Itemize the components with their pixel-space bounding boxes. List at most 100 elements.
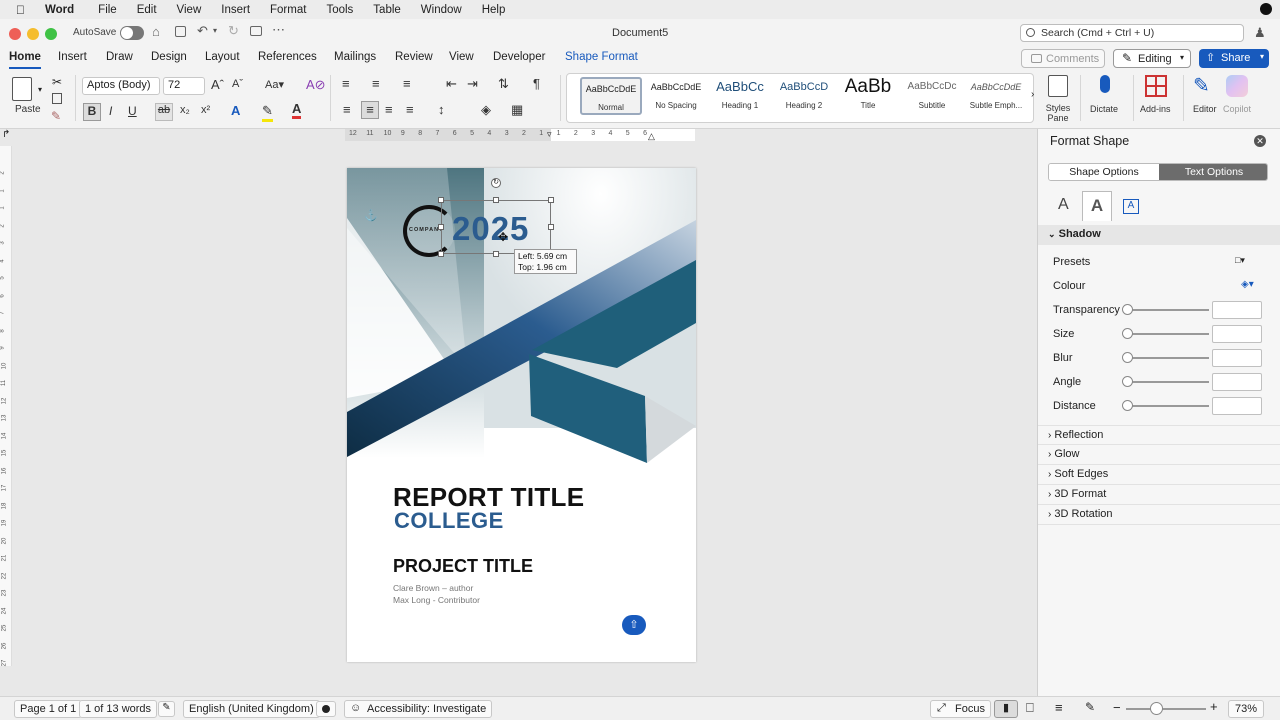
floating-action-button[interactable]: ⇧ (622, 615, 646, 635)
justify-button[interactable]: ≡ (406, 102, 414, 117)
undo-dropdown-icon[interactable]: ▾ (213, 26, 217, 35)
addins-icon[interactable] (1145, 75, 1167, 97)
tab-text-options[interactable]: Text Options (1159, 164, 1267, 180)
author-line-2[interactable]: Max Long - Contributor (393, 595, 480, 605)
undo-icon[interactable]: ↶ (197, 23, 208, 39)
selection-handle-top-right[interactable] (548, 197, 554, 203)
microphone-icon[interactable] (1100, 75, 1110, 93)
menu-tools[interactable]: Tools (326, 4, 353, 16)
vertical-ruler[interactable]: 2 1 1 2 3 4 5 6 7 8 9 10 11 12 13 14 15 16 17 18 19 20 21 22 23 2… (0, 146, 12, 666)
reflection-section[interactable]: › Reflection (1038, 425, 1280, 445)
selection-handle-top-left[interactable] (438, 197, 444, 203)
close-window-button[interactable] (9, 28, 21, 40)
focus-mode-button[interactable]: ⤢ Focus (930, 700, 991, 718)
bold-button[interactable]: B (83, 103, 101, 121)
tab-design[interactable]: Design (151, 51, 187, 63)
style-title[interactable]: AaBb Title (837, 77, 899, 115)
style-heading-1[interactable]: AaBbCc Heading 1 (709, 77, 771, 115)
style-subtle-emphasis[interactable]: AaBbCcDdE Subtle Emph... (965, 77, 1027, 115)
style-heading-2[interactable]: AaBbCcD Heading 2 (773, 77, 835, 115)
highlight-button[interactable]: ✎ (262, 103, 273, 122)
strikethrough-button[interactable]: ab (155, 103, 173, 121)
more-icon[interactable]: ⋯ (272, 22, 285, 38)
tab-home[interactable]: Home (9, 51, 41, 69)
share-button[interactable]: ⇧ Share ▾ (1199, 49, 1269, 68)
selection-handle-bottom[interactable] (493, 251, 499, 257)
share-people-icon[interactable]: ♟ (1254, 25, 1266, 41)
soft-edges-section[interactable]: › Soft Edges (1038, 465, 1280, 485)
align-center-button[interactable]: ≡ (361, 101, 379, 119)
presets-dropdown[interactable]: □▾ (1235, 255, 1259, 271)
menu-file[interactable]: File (98, 4, 117, 16)
selection-handle-top[interactable] (493, 197, 499, 203)
blur-slider[interactable] (1122, 352, 1209, 363)
search-box[interactable]: Search (Cmd + Ctrl + U) (1020, 24, 1244, 42)
multilevel-list-button[interactable]: ≡ (403, 76, 411, 91)
tab-insert[interactable]: Insert (58, 51, 87, 63)
zoom-window-button[interactable] (45, 28, 57, 40)
outline-view-icon[interactable]: ≡ (1055, 700, 1063, 715)
menu-window[interactable]: Window (421, 4, 462, 16)
tab-references[interactable]: References (258, 51, 317, 63)
author-line-1[interactable]: Clare Brown – author (393, 583, 473, 593)
style-no-spacing[interactable]: AaBbCcDdE No Spacing (645, 77, 707, 115)
text-effects-tab-icon[interactable]: A (1082, 191, 1112, 221)
save-icon[interactable] (175, 26, 186, 37)
font-name-select[interactable]: Aptos (Body) (82, 77, 160, 95)
underline-button[interactable]: U (128, 104, 137, 118)
sort-button[interactable]: ⇅ (498, 76, 509, 92)
distance-slider[interactable] (1122, 400, 1209, 411)
project-title[interactable]: PROJECT TITLE (393, 556, 533, 577)
zoom-in-icon[interactable]: + (1210, 699, 1218, 714)
font-size-select[interactable]: 72 (163, 77, 205, 95)
glow-section[interactable]: › Glow (1038, 445, 1280, 465)
accessibility-status[interactable]: ☺ Accessibility: Investigate (344, 700, 493, 718)
zoom-slider-knob[interactable] (1150, 702, 1163, 715)
styles-gallery-next-icon[interactable]: › (1031, 89, 1034, 100)
style-subtitle[interactable]: AaBbCcDc Subtitle (901, 77, 963, 115)
close-panel-icon[interactable]: ✕ (1254, 135, 1266, 147)
language-selector[interactable]: English (United Kingdom) (183, 700, 320, 718)
indent-marker-icon[interactable]: ▿ (547, 129, 552, 140)
autosave-toggle[interactable] (120, 26, 144, 40)
colour-picker-icon[interactable]: ◈▾ (1241, 279, 1254, 290)
increase-indent-button[interactable]: ⇥ (467, 76, 478, 92)
home-icon[interactable]: ⌂ (152, 24, 160, 39)
size-input[interactable] (1212, 325, 1262, 343)
shadow-section-header[interactable]: ⌄ Shadow (1038, 225, 1280, 245)
proofing-icon[interactable]: ✎ (158, 701, 175, 717)
copilot-icon[interactable] (1226, 75, 1248, 97)
zoom-slider[interactable] (1126, 702, 1206, 715)
paste-icon[interactable] (12, 77, 32, 101)
textbox-tab-icon[interactable]: A (1123, 199, 1139, 214)
numbering-button[interactable]: ≡ (372, 76, 380, 91)
editor-icon[interactable]: ✎ (1193, 73, 1210, 98)
tab-layout[interactable]: Layout (205, 51, 240, 63)
increase-font-size-button[interactable]: Aˆ (211, 77, 224, 92)
apple-icon[interactable]:  (16, 3, 25, 17)
tab-developer[interactable]: Developer (493, 51, 545, 63)
subscript-button[interactable]: x₂ (180, 104, 190, 116)
transparency-slider[interactable] (1122, 304, 1209, 315)
status-record-icon[interactable] (1260, 3, 1272, 15)
menu-app-word[interactable]: Word (45, 4, 74, 16)
zoom-out-icon[interactable]: − (1113, 700, 1121, 715)
tab-review[interactable]: Review (395, 51, 433, 63)
tab-shape-format[interactable]: Shape Format (565, 51, 638, 63)
menu-help[interactable]: Help (482, 4, 506, 16)
styles-pane-icon[interactable] (1048, 75, 1068, 97)
change-case-button[interactable]: Aa▾ (265, 78, 284, 91)
comments-button[interactable]: Comments (1021, 49, 1105, 68)
college-subtitle[interactable]: COLLEGE (394, 508, 504, 534)
minimize-window-button[interactable] (27, 28, 39, 40)
size-slider[interactable] (1122, 328, 1209, 339)
menu-format[interactable]: Format (270, 4, 306, 16)
bullets-button[interactable]: ≡ (342, 76, 350, 91)
editing-mode-button[interactable]: ✎ Editing ▾ (1113, 49, 1191, 68)
redo-icon[interactable]: ↻ (228, 23, 239, 39)
ruler-corner-icon[interactable]: ↱ (2, 129, 10, 140)
format-painter-icon[interactable]: ✎ (51, 109, 61, 123)
italic-button[interactable]: I (109, 104, 112, 118)
menu-insert[interactable]: Insert (221, 4, 250, 16)
tab-mailings[interactable]: Mailings (334, 51, 376, 63)
